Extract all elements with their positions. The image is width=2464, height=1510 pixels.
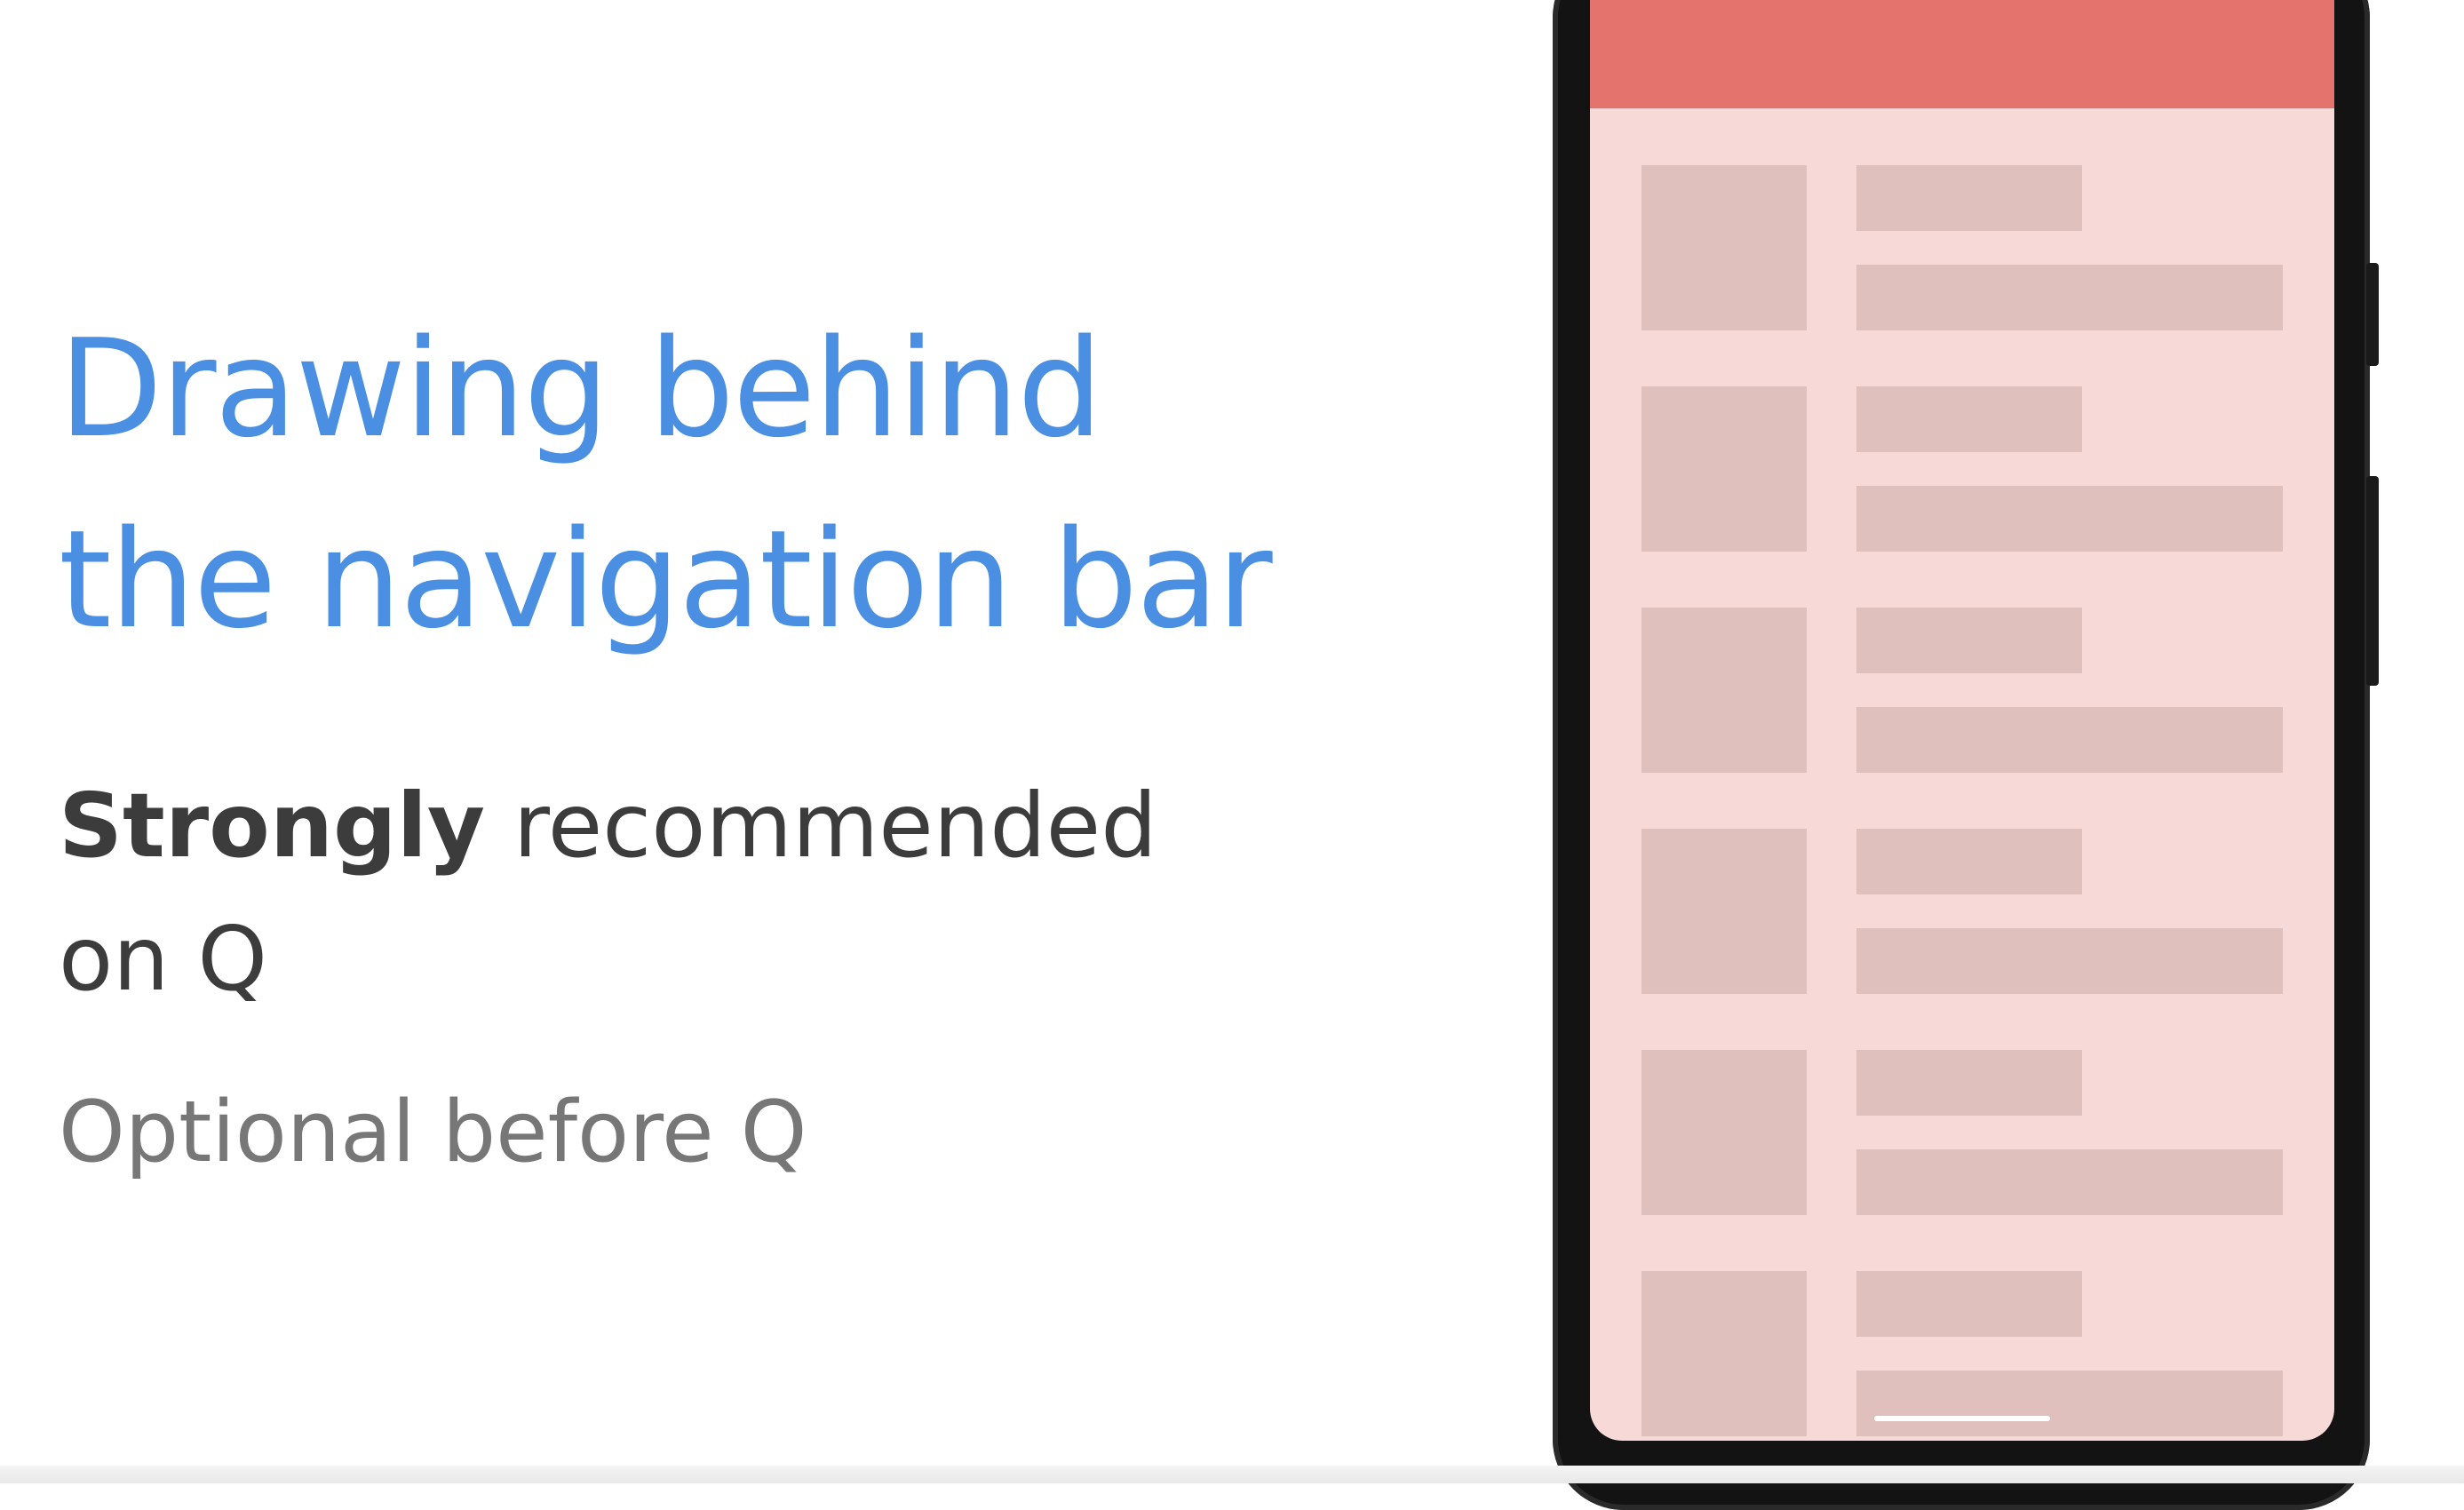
list-item-title-placeholder (1856, 1271, 2082, 1337)
nav-gesture-handle[interactable] (1874, 1416, 2050, 1421)
list-item-thumbnail (1641, 829, 1807, 994)
app-bar (1590, 0, 2334, 108)
list-item-subtitle-placeholder (1856, 928, 2283, 994)
recommendation-suffix: on Q (59, 907, 268, 1011)
list-item-subtitle-placeholder (1856, 707, 2283, 773)
list-item-title-placeholder (1856, 1050, 2082, 1116)
list-item-thumbnail (1641, 608, 1807, 773)
title-line-2: the navigation bar (59, 501, 1273, 658)
recommended-text: recommended (485, 774, 1157, 878)
optional-note: Optional before Q (59, 1084, 807, 1181)
slide-title: Drawing behind the navigation bar (59, 293, 1273, 675)
list-item-subtitle-placeholder (1856, 265, 2283, 330)
slide: Drawing behind the navigation bar Strong… (0, 0, 2464, 1510)
list-item-thumbnail (1641, 1050, 1807, 1215)
phone-side-button-top (2366, 263, 2379, 366)
bottom-edge-shadow (0, 1466, 2464, 1483)
list-item-title-placeholder (1856, 386, 2082, 452)
emphasis-word: Strongly (59, 774, 486, 878)
list-item-subtitle-placeholder (1856, 1371, 2283, 1436)
title-line-1: Drawing behind (59, 310, 1103, 467)
list-item-thumbnail (1641, 165, 1807, 330)
list-item-thumbnail (1641, 386, 1807, 552)
list-item-title-placeholder (1856, 165, 2082, 231)
list-item-title-placeholder (1856, 608, 2082, 673)
recommendation-line: Strongly recommended (59, 759, 1157, 893)
phone-side-button-bottom (2366, 476, 2379, 686)
list-item-subtitle-placeholder (1856, 1149, 2283, 1215)
list-item-title-placeholder (1856, 829, 2082, 894)
list-item-subtitle-placeholder (1856, 486, 2283, 552)
phone-screen (1590, 0, 2334, 1441)
list-item-thumbnail (1641, 1271, 1807, 1436)
